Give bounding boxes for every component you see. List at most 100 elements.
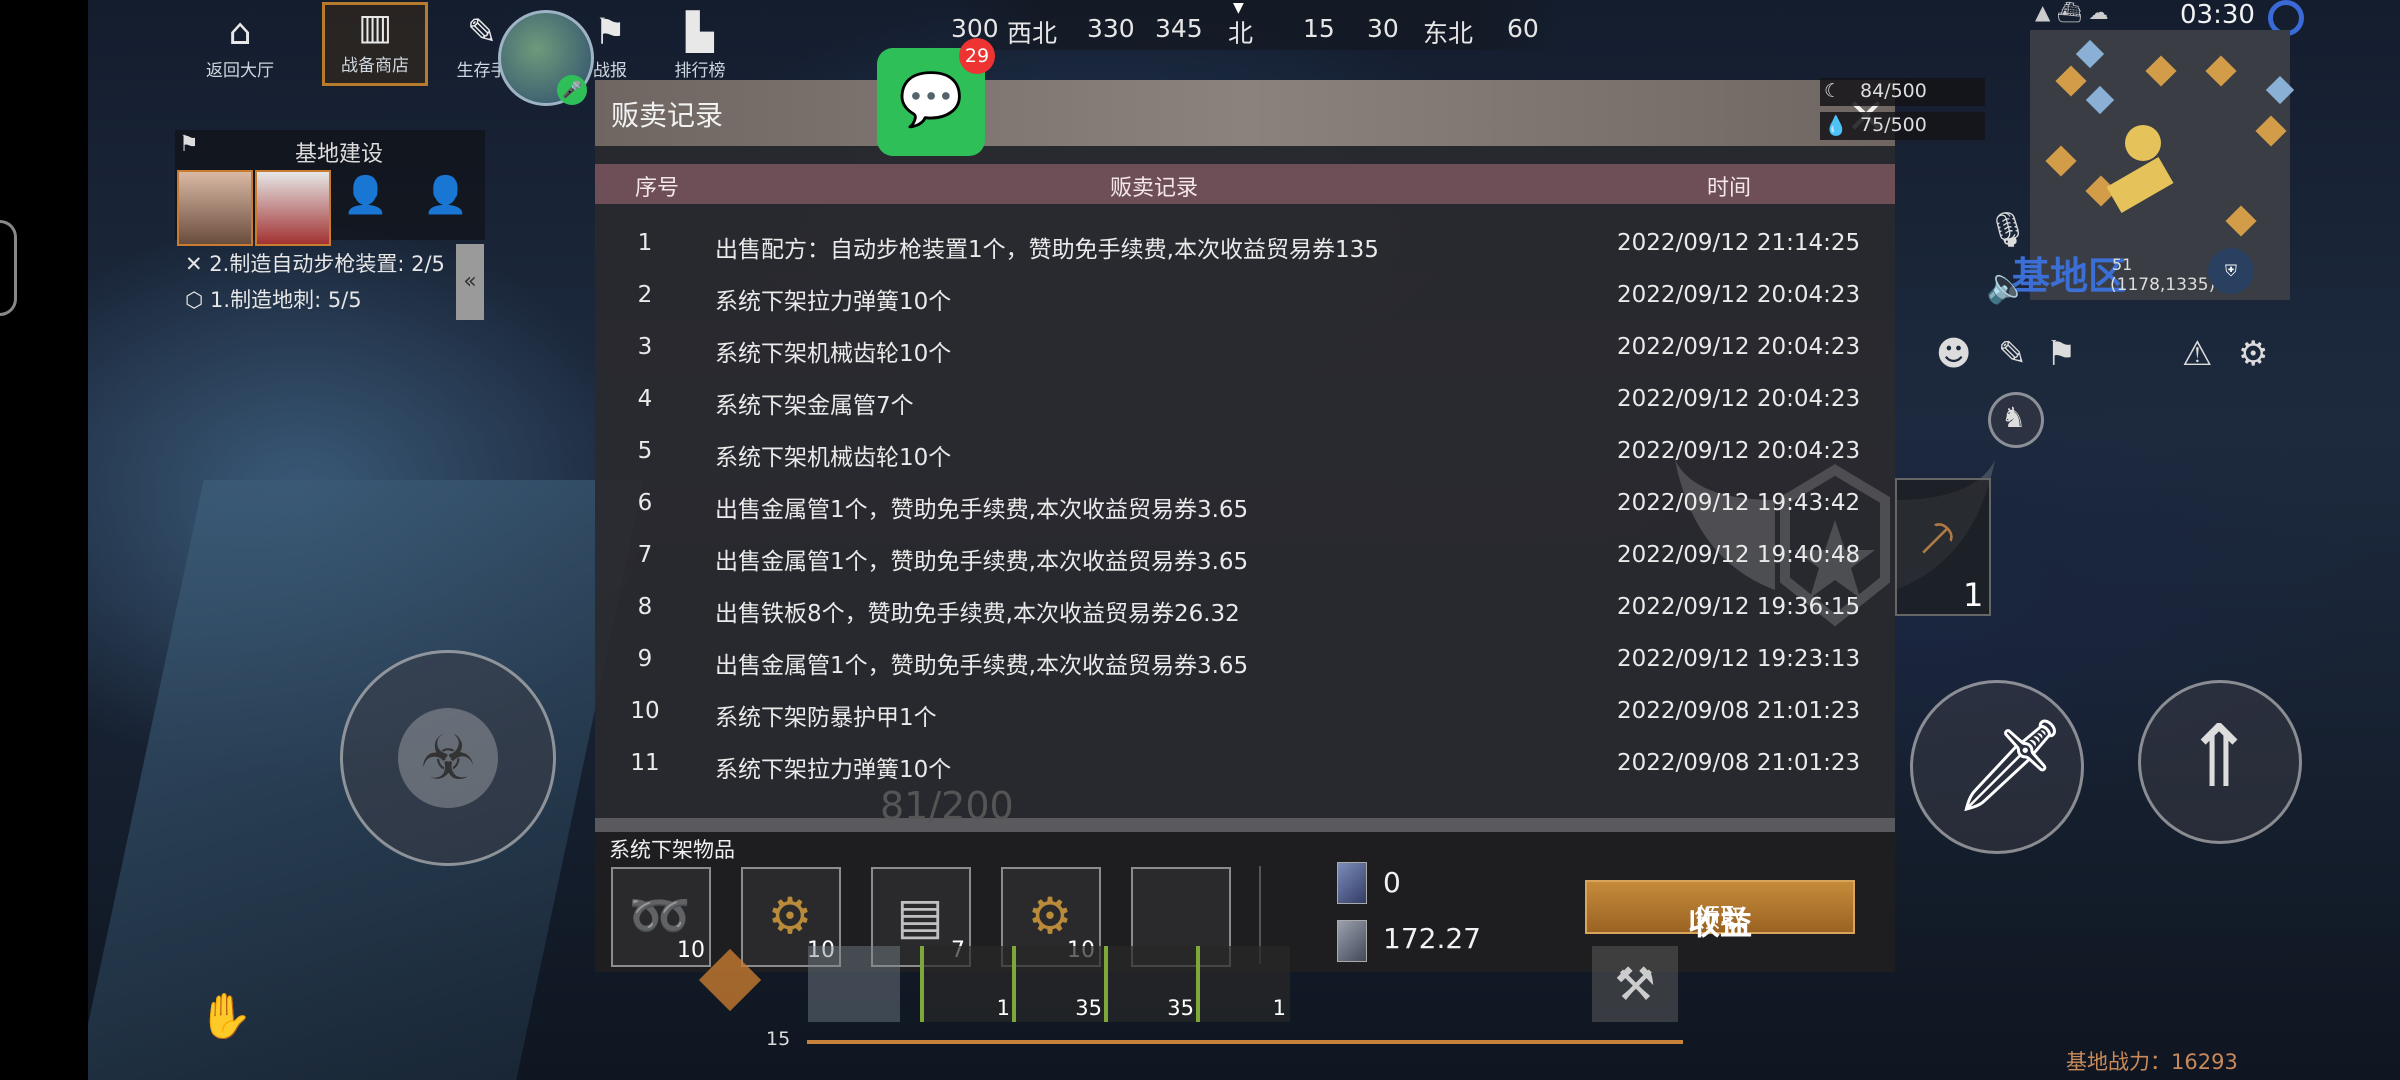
base-build-panel[interactable]: ⚑ 基地建设 👤 👤 xyxy=(175,130,485,246)
row-index: 7 xyxy=(637,542,653,568)
flag-icon[interactable]: ⚑ xyxy=(2046,334,2076,374)
clock: 03:30 xyxy=(2180,0,2255,30)
chat-bubble-icon: 💬 xyxy=(898,70,964,130)
col-record: 贩卖记录 xyxy=(1110,176,1199,201)
map-marker xyxy=(2055,65,2087,97)
map-marker xyxy=(2265,75,2295,105)
nav-battle-report[interactable]: ⚑ 战报 xyxy=(560,10,660,82)
shop-icon: ▥ xyxy=(357,7,392,48)
row-time: 2022/09/12 19:36:15 xyxy=(1617,594,1861,620)
currency-2-amount: 172.27 xyxy=(1383,922,1481,955)
tools-icon[interactable]: ⚒ xyxy=(1592,946,1678,1022)
table-row: 6 出售金属管1个，赞助免手续费,本次收益贸易券3.65 2022/09/12 19… xyxy=(595,478,1895,530)
squad-avatar[interactable] xyxy=(177,170,253,246)
player-position-icon xyxy=(2125,125,2161,161)
bg-counter: 81/200 xyxy=(880,784,1014,828)
nav-label: 战备商店 xyxy=(341,56,409,76)
col-index: 序号 xyxy=(635,176,680,201)
shield-icon[interactable]: ⛨ xyxy=(2208,248,2254,294)
add-member-icon[interactable]: 👤 xyxy=(423,174,468,216)
status-icons: ▲ ⛴ ☁ xyxy=(2035,0,2109,24)
jump-button[interactable]: ⇑ xyxy=(2138,680,2302,844)
settings-gear-icon[interactable]: ⚙ xyxy=(2238,334,2268,374)
table-row: 7 出售金属管1个，赞助免手续费,本次收益贸易券3.65 2022/09/12 19… xyxy=(595,530,1895,582)
crossed-swords-icon: ✕ xyxy=(185,252,203,276)
warning-icon[interactable]: ⚠ xyxy=(2182,334,2212,374)
arrow-up-icon: ⇑ xyxy=(2183,707,2256,807)
row-time: 2022/09/12 19:43:42 xyxy=(1617,490,1861,516)
flag-icon: ⚑ xyxy=(179,132,199,157)
record-table-body[interactable]: 1 出售配方：自动步枪装置1个，赞助免手续费,本次收益贸易券135 2022/09/… xyxy=(595,218,1895,818)
map-marker xyxy=(2045,145,2077,177)
chat-notification-button[interactable]: 💬 29 xyxy=(877,38,995,156)
row-index: 3 xyxy=(637,334,653,360)
hotbar-slot[interactable]: 1 xyxy=(1196,946,1290,1022)
map-marker xyxy=(2085,85,2115,115)
resource-counter: 💧 75/500 xyxy=(1820,112,1985,140)
table-row: 1 出售配方：自动步枪装置1个，赞助免手续费,本次收益贸易券135 2022/09/… xyxy=(595,218,1895,270)
trade-ticket-icon xyxy=(1337,920,1367,962)
side-handle[interactable] xyxy=(0,220,17,316)
nav-ranking[interactable]: ▙ 排行榜 xyxy=(650,10,750,82)
table-row: 3 系统下架机械齿轮10个 2022/09/12 20:04:23 xyxy=(595,322,1895,374)
base-panel-title: 基地建设 xyxy=(295,142,384,167)
map-marker xyxy=(2145,55,2177,87)
axe-icon: ⸕ xyxy=(1915,501,1960,571)
row-index: 2 xyxy=(637,282,653,308)
squad-avatar[interactable] xyxy=(255,170,331,246)
table-row: 8 出售铁板8个，赞助免手续费,本次收益贸易券26.32 2022/09/12 19… xyxy=(595,582,1895,634)
row-record: 系统下架防暴护甲1个 xyxy=(715,705,937,731)
delisted-label: 系统下架物品 xyxy=(609,838,735,862)
hotbar-slot[interactable]: 1 xyxy=(920,946,1014,1022)
slot-count: 35 xyxy=(1075,996,1102,1020)
nav-return-lobby[interactable]: ⌂ 返回大厅 xyxy=(190,10,290,82)
row-index: 6 xyxy=(637,490,653,516)
minimap[interactable]: 基地区 51 (1178,1335) ⛨ xyxy=(2012,30,2295,300)
collapse-panel-button[interactable]: « xyxy=(456,244,484,320)
row-record: 出售配方：自动步枪装置1个，赞助免手续费,本次收益贸易券135 xyxy=(715,237,1379,263)
flag-icon: ⚑ xyxy=(593,12,627,53)
base-task-item[interactable]: ⬡ 1.制造地刺: 5/5 xyxy=(185,284,362,314)
hexagon-icon: ⬡ xyxy=(185,288,204,312)
minimap-level: 51 xyxy=(2112,255,2133,274)
nav-label: 返回大厅 xyxy=(206,61,274,81)
row-time: 2022/09/08 21:01:23 xyxy=(1617,750,1861,776)
nav-shop[interactable]: ▥ 战备商店 xyxy=(322,2,428,86)
speaker-icon[interactable]: 🔈 xyxy=(1986,266,2028,306)
ranking-icon: ▙ xyxy=(686,12,714,53)
item-count: 10 xyxy=(677,938,705,963)
hotbar-slot[interactable]: 35 xyxy=(1104,946,1198,1022)
emote-button[interactable]: ♞ xyxy=(1988,392,2044,448)
compass-tick: 345 xyxy=(1155,14,1203,43)
dialog-titlebar: 贩卖记录 xyxy=(595,80,1895,146)
claim-main: 收益 xyxy=(1687,904,1752,942)
compass-marker-icon: ▼ xyxy=(1233,0,1244,16)
joystick-ring[interactable]: ☣ xyxy=(340,650,556,866)
row-index: 9 xyxy=(637,646,653,672)
base-task-item[interactable]: ✕ 2.制造自动步枪装置: 2/5 xyxy=(185,248,445,278)
map-marker xyxy=(2225,205,2257,237)
row-index: 4 xyxy=(637,386,653,412)
row-record: 系统下架拉力弹簧10个 xyxy=(715,289,952,315)
add-member-icon[interactable]: 👤 xyxy=(343,174,388,216)
minimap-coords: (1178,1335) xyxy=(2110,275,2216,295)
weapon-slot[interactable]: ⸕ 1 xyxy=(1895,478,1991,616)
claim-earnings-button[interactable]: 领取 收益 xyxy=(1585,880,1855,942)
hotbar-slot[interactable]: 35 xyxy=(1012,946,1106,1022)
map-marker xyxy=(2255,115,2287,147)
marker-pen-icon[interactable]: ✎ xyxy=(1998,334,2027,374)
mic-muted-icon[interactable]: 🎙 xyxy=(1986,210,2029,250)
gesture-icon[interactable]: ✋ xyxy=(198,990,253,1042)
home-icon: ⌂ xyxy=(228,12,252,53)
table-row: 9 出售金属管1个，赞助免手续费,本次收益贸易券3.65 2022/09/12 19… xyxy=(595,634,1895,686)
biohazard-icon[interactable]: ☣ xyxy=(398,708,498,808)
compass-tick: 北 xyxy=(1228,19,1254,48)
row-time: 2022/09/12 19:40:48 xyxy=(1617,542,1861,568)
compass-tick: 西北 xyxy=(1007,19,1058,48)
item-slot[interactable]: ➿ 10 xyxy=(611,867,711,967)
row-record: 系统下架机械齿轮10个 xyxy=(715,445,952,471)
mask-icon[interactable]: ☻ xyxy=(1936,334,1971,374)
hotbar-slot[interactable] xyxy=(808,946,900,1022)
melee-attack-button[interactable]: 🗡 xyxy=(1910,680,2084,854)
task-label: 1.制造地刺: 5/5 xyxy=(210,288,362,312)
